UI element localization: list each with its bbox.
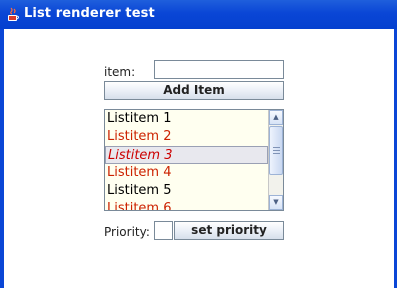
list-item[interactable]: Listitem 5 bbox=[105, 182, 268, 200]
thumb-grip-line bbox=[273, 147, 280, 148]
item-list[interactable]: Listitem 1 Listitem 2 Listitem 3 Listitem 4… bbox=[104, 109, 284, 211]
scroll-thumb[interactable] bbox=[269, 126, 283, 175]
java-cup-icon bbox=[8, 7, 19, 21]
list-item[interactable]: Listitem 3 bbox=[105, 146, 268, 164]
thumb-grip-line bbox=[273, 153, 280, 154]
list-item[interactable]: Listitem 1 bbox=[105, 110, 268, 128]
list-item[interactable]: Listitem 6 bbox=[105, 200, 268, 210]
thumb-grip-line bbox=[273, 150, 280, 151]
item-label: item: bbox=[104, 65, 136, 79]
item-list-body[interactable]: Listitem 1 Listitem 2 Listitem 3 Listitem 4… bbox=[105, 110, 268, 210]
down-arrow-icon: ▼ bbox=[273, 198, 279, 206]
window-titlebar[interactable]: List renderer test bbox=[0, 0, 397, 29]
add-item-button[interactable]: Add Item bbox=[104, 81, 284, 100]
item-input[interactable] bbox=[154, 60, 284, 79]
priority-label: Priority: bbox=[104, 225, 150, 239]
list-item[interactable]: Listitem 2 bbox=[105, 128, 268, 146]
up-arrow-icon: ▲ bbox=[273, 113, 279, 121]
priority-checkbox[interactable] bbox=[154, 221, 173, 240]
window-title: List renderer test bbox=[24, 6, 155, 21]
scroll-down-button[interactable]: ▼ bbox=[269, 195, 283, 210]
scroll-up-button[interactable]: ▲ bbox=[269, 110, 283, 125]
list-item[interactable]: Listitem 4 bbox=[105, 164, 268, 182]
list-scrollbar[interactable]: ▲ ▼ bbox=[268, 110, 283, 210]
set-priority-button[interactable]: set priority bbox=[174, 221, 284, 240]
